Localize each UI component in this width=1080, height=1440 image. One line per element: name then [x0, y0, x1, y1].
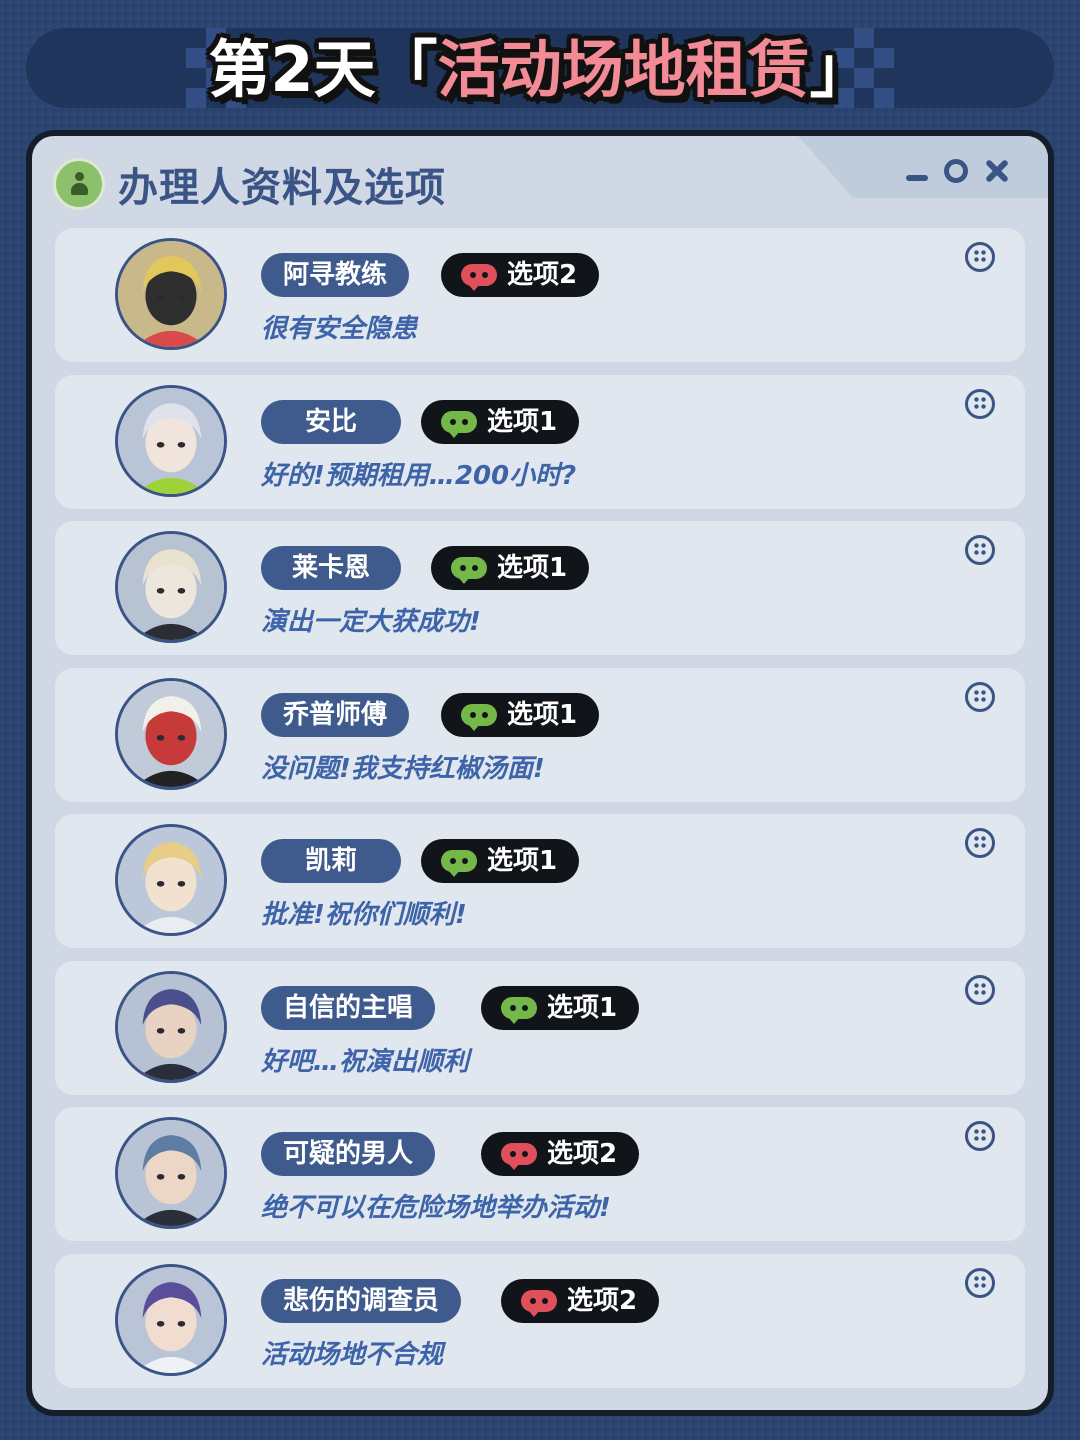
close-icon[interactable] [984, 158, 1010, 184]
handler-name: 莱卡恩 [261, 546, 401, 590]
chat-bubble-icon [441, 410, 477, 438]
rank-badge-icon [965, 828, 995, 858]
option-label: 选项2 [567, 1285, 638, 1316]
chat-bubble-icon [461, 703, 497, 731]
chat-bubble-icon [501, 996, 537, 1024]
handler-name: 凯莉 [261, 839, 401, 883]
handler-name: 自信的主唱 [261, 985, 436, 1030]
title-main: 活动场地租赁 [437, 33, 810, 106]
panel-body: 办理人资料及选项 阿寻教练 选项2 很有安全隐患 安比 选项1 好的!预期租用…… [32, 136, 1048, 1410]
handler-name: 阿寻教练 [261, 253, 410, 297]
option-badge: 选项2 [441, 253, 600, 297]
handler-card[interactable]: 悲伤的调查员 选项2 活动场地不合规 [55, 1253, 1025, 1388]
handler-card[interactable]: 安比 选项1 好的!预期租用…200小时? [55, 374, 1025, 509]
maximize-icon[interactable] [944, 159, 968, 183]
rank-badge-icon [965, 974, 995, 1005]
option-badge: 选项1 [421, 839, 580, 883]
minimize-icon[interactable] [906, 175, 928, 181]
rank-badge-icon [965, 1121, 995, 1151]
option-label: 选项2 [507, 260, 578, 290]
rank-badge-icon [965, 242, 995, 272]
option-badge: 选项1 [441, 692, 600, 737]
handler-card[interactable]: 莱卡恩 选项1 演出一定大获成功! [55, 521, 1025, 655]
handler-name: 乔普师傅 [261, 692, 410, 737]
chat-bubble-icon [521, 1289, 557, 1317]
avatar [115, 1117, 227, 1229]
handler-card[interactable]: 阿寻教练 选项2 很有安全隐患 [55, 228, 1025, 362]
handler-name: 悲伤的调查员 [261, 1278, 462, 1323]
option-badge: 选项1 [421, 399, 580, 444]
handler-name: 安比 [261, 399, 401, 444]
handler-card[interactable]: 自信的主唱 选项1 好吧…祝演出顺利 [55, 960, 1025, 1095]
handler-card[interactable]: 可疑的男人 选项2 绝不可以在危险场地举办活动! [55, 1107, 1025, 1241]
handler-card[interactable]: 乔普师傅 选项1 没问题!我支持红椒汤面! [55, 667, 1025, 802]
option-label: 选项1 [487, 406, 558, 437]
option-badge: 选项2 [481, 1132, 640, 1176]
handler-quote: 批准!祝你们顺利! [261, 900, 467, 930]
avatar [115, 384, 227, 497]
title-bracket-close: 」 [809, 33, 872, 106]
chat-bubble-icon [451, 557, 487, 584]
user-icon [56, 161, 102, 207]
option-badge: 选项1 [481, 985, 640, 1030]
page-title: 第2天「活动场地租赁」 [0, 22, 1080, 118]
handler-quote: 没问题!我支持红椒汤面! [261, 753, 545, 784]
handler-panel: 办理人资料及选项 阿寻教练 选项2 很有安全隐患 安比 选项1 好的!预期租用…… [26, 130, 1054, 1416]
option-label: 选项1 [487, 846, 558, 876]
avatar [115, 677, 227, 790]
handler-name: 可疑的男人 [261, 1132, 436, 1176]
rank-badge-icon [965, 535, 995, 565]
avatar [115, 531, 227, 643]
handler-quote: 好的!预期租用…200小时? [261, 460, 577, 491]
option-label: 选项2 [547, 1139, 618, 1169]
chat-bubble-icon [441, 850, 477, 877]
window-controls [906, 158, 1010, 184]
avatar [115, 970, 227, 1083]
handler-quote: 很有安全隐患 [261, 314, 418, 344]
title-day: 第2天 [208, 33, 376, 106]
option-label: 选项1 [507, 699, 578, 730]
option-label: 选项1 [497, 553, 568, 583]
option-badge: 选项2 [501, 1278, 660, 1323]
avatar [115, 238, 227, 350]
option-label: 选项1 [547, 992, 618, 1023]
handler-quote: 演出一定大获成功! [261, 607, 481, 637]
handler-quote: 好吧…祝演出顺利 [261, 1046, 470, 1077]
avatar [115, 1263, 227, 1376]
option-badge: 选项1 [431, 546, 590, 590]
chat-bubble-icon [461, 264, 497, 291]
rank-badge-icon [965, 681, 995, 712]
handler-quote: 活动场地不合规 [261, 1339, 444, 1370]
rank-badge-icon [965, 388, 995, 419]
panel-title: 办理人资料及选项 [118, 165, 446, 211]
handler-card[interactable]: 凯莉 选项1 批准!祝你们顺利! [55, 814, 1025, 948]
title-bracket-open: 「 [375, 33, 438, 106]
chat-bubble-icon [501, 1143, 537, 1170]
panel-header: 办理人资料及选项 [56, 154, 446, 214]
handler-quote: 绝不可以在危险场地举办活动! [261, 1193, 611, 1223]
rank-badge-icon [965, 1267, 995, 1298]
avatar [115, 824, 227, 936]
